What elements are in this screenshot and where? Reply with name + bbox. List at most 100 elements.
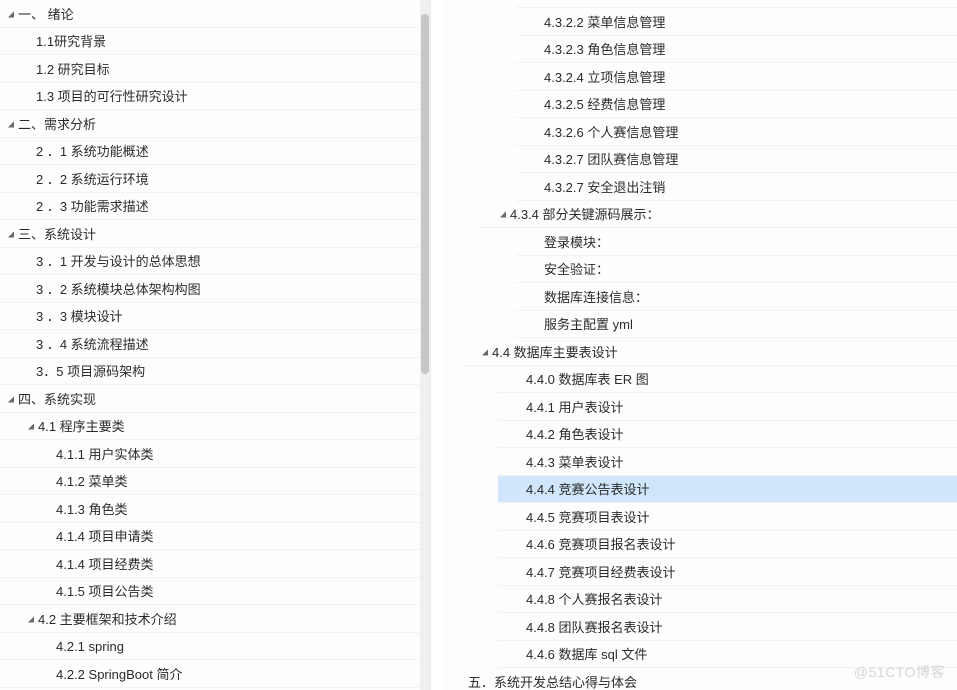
tree-item-label: 3 ．1 开发与设计的总体思想	[36, 248, 201, 276]
tree-item[interactable]: 4.3.2.4 立项信息管理	[516, 63, 957, 91]
tree-item-label: 3 ．2 系统模块总体架构构图	[36, 276, 201, 304]
tree-item-label: 4.4.3 菜单表设计	[526, 449, 624, 477]
tree-item[interactable]: 2 ．2 系统运行环境	[0, 165, 420, 193]
tree-item-label: 3 ．3 模块设计	[36, 303, 123, 331]
tree-item[interactable]: 3 ．3 模块设计	[0, 303, 420, 331]
tree-item[interactable]: 3．5 项目源码架构	[0, 358, 420, 386]
expand-arrow-icon[interactable]: ◢	[27, 416, 35, 438]
tree-item[interactable]: 4.4.0 数据库表 ER 图	[498, 366, 957, 394]
tree-item[interactable]: 4.4.3 菜单表设计	[498, 448, 957, 476]
tree-item[interactable]: ◢4.4 数据库主要表设计	[462, 338, 957, 366]
tree-item[interactable]: 4.3.2.7 安全退出注销	[516, 173, 957, 201]
tree-item-label: 4.3.2.4 立项信息管理	[544, 64, 665, 92]
tree-item-label: 4.3.4 部分关键源码展示：	[510, 201, 660, 229]
tree-item[interactable]: 4.1.4 项目申请类	[0, 523, 420, 551]
tree-item[interactable]: 4.4.5 竞赛项目表设计	[498, 503, 957, 531]
tree-item[interactable]: 安全验证：	[516, 256, 957, 284]
tree-item-label: 4.4.6 数据库 sql 文件	[526, 641, 647, 669]
tree-item-label: 登录模块：	[544, 229, 609, 257]
tree-item-label: 4.4.1 用户表设计	[526, 394, 624, 422]
tree-item[interactable]	[516, 0, 957, 8]
tree-item-label: 4.2.1 spring	[56, 633, 124, 661]
tree-item[interactable]: 4.1.3 角色类	[0, 495, 420, 523]
expand-arrow-icon[interactable]: ◢	[7, 4, 15, 26]
outline-tree-left: ◢一、 绪论1.1研究背景1.2 研究目标1.3 项目的可行性研究设计◢二、需求…	[0, 0, 420, 690]
tree-item[interactable]: 2 ．1 系统功能概述	[0, 138, 420, 166]
tree-item[interactable]: 3 ．1 开发与设计的总体思想	[0, 248, 420, 276]
tree-item[interactable]: 3 ．4 系统流程描述	[0, 330, 420, 358]
tree-item-label: 3 ．4 系统流程描述	[36, 331, 149, 359]
tree-item-label: 4.1.5 项目公告类	[56, 578, 154, 606]
tree-item-label: 2 ．1 系统功能概述	[36, 138, 149, 166]
tree-item[interactable]: 4.3.2.3 角色信息管理	[516, 36, 957, 64]
tree-item[interactable]: 4.4.1 用户表设计	[498, 393, 957, 421]
tree-item-label: 4.3.2.3 角色信息管理	[544, 36, 665, 64]
tree-item-label: 4.3.2.2 菜单信息管理	[544, 9, 665, 37]
expand-arrow-icon[interactable]: ◢	[7, 114, 15, 136]
tree-item[interactable]: 4.3.2.7 团队赛信息管理	[516, 146, 957, 174]
tree-item[interactable]: ◢四、系统实现	[0, 385, 420, 413]
tree-item-label: 4.2 主要框架和技术介绍	[38, 606, 177, 634]
tree-item[interactable]: 2 ．3 功能需求描述	[0, 193, 420, 221]
tree-item[interactable]: 1.2 研究目标	[0, 55, 420, 83]
tree-item[interactable]: 4.4.6 竞赛项目报名表设计	[498, 531, 957, 559]
tree-item[interactable]: 1.1研究背景	[0, 28, 420, 56]
tree-item[interactable]: 4.1.5 项目公告类	[0, 578, 420, 606]
tree-item[interactable]: 4.4.8 团队赛报名表设计	[498, 613, 957, 641]
tree-item-label: 4.4 数据库主要表设计	[492, 339, 618, 367]
tree-item[interactable]: 4.4.4 竞赛公告表设计	[498, 476, 957, 504]
tree-item[interactable]: 4.4.8 个人赛报名表设计	[498, 586, 957, 614]
watermark: @51CTO博客	[854, 662, 945, 682]
outline-panel-right: 4.3.2.2 菜单信息管理4.3.2.3 角色信息管理4.3.2.4 立项信息…	[445, 0, 957, 690]
tree-item[interactable]: 4.3.2.2 菜单信息管理	[516, 8, 957, 36]
tree-item-label: 五．系统开发总结心得与体会	[468, 669, 637, 690]
tree-item-label: 4.4.0 数据库表 ER 图	[526, 366, 649, 394]
tree-item[interactable]: 1.3 项目的可行性研究设计	[0, 83, 420, 111]
tree-item[interactable]: ◢4.3.4 部分关键源码展示：	[480, 201, 957, 229]
tree-item-label: 4.3.2.5 经费信息管理	[544, 91, 665, 119]
tree-item-label: 4.1.4 项目经费类	[56, 551, 154, 579]
tree-item-label: 4.4.7 竞赛项目经费表设计	[526, 559, 676, 587]
tree-item-label: 安全验证：	[544, 256, 609, 284]
tree-item[interactable]: 登录模块：	[516, 228, 957, 256]
tree-item[interactable]: ◢4.2 主要框架和技术介绍	[0, 605, 420, 633]
tree-item-label: 服务主配置 yml	[544, 311, 633, 339]
expand-arrow-icon[interactable]: ◢	[499, 204, 507, 226]
tree-item[interactable]: 4.3.2.6 个人赛信息管理	[516, 118, 957, 146]
tree-item-label: 4.1.3 角色类	[56, 496, 128, 524]
expand-arrow-icon[interactable]: ◢	[7, 389, 15, 411]
expand-arrow-icon[interactable]: ◢	[481, 342, 489, 364]
tree-item[interactable]: 4.4.7 竞赛项目经费表设计	[498, 558, 957, 586]
expand-arrow-icon[interactable]: ◢	[7, 224, 15, 246]
tree-item-label: 4.1.4 项目申请类	[56, 523, 154, 551]
tree-item-label: 4.4.8 团队赛报名表设计	[526, 614, 663, 642]
tree-item[interactable]: 4.2.2 SpringBoot 简介	[0, 660, 420, 688]
tree-item-label: 4.4.4 竞赛公告表设计	[526, 476, 650, 504]
tree-item[interactable]: 4.1.2 菜单类	[0, 468, 420, 496]
tree-item-label: 三、系统设计	[18, 221, 96, 249]
tree-item[interactable]: 4.1.1 用户实体类	[0, 440, 420, 468]
tree-item[interactable]: 4.2.1 spring	[0, 633, 420, 661]
tree-item[interactable]: ◢4.1 程序主要类	[0, 413, 420, 441]
tree-item-label: 数据库连接信息：	[544, 284, 648, 312]
scrollbar-left[interactable]	[420, 0, 430, 690]
expand-arrow-icon[interactable]: ◢	[27, 609, 35, 631]
tree-item[interactable]: ◢一、 绪论	[0, 0, 420, 28]
tree-item[interactable]: ◢三、系统设计	[0, 220, 420, 248]
tree-item-label: 4.1 程序主要类	[38, 413, 125, 441]
tree-item[interactable]: 4.1.4 项目经费类	[0, 550, 420, 578]
tree-item-label: 4.3.2.7 安全退出注销	[544, 174, 665, 202]
tree-item[interactable]: 3 ．2 系统模块总体架构构图	[0, 275, 420, 303]
tree-item[interactable]: ◢二、需求分析	[0, 110, 420, 138]
tree-item-label: 4.1.1 用户实体类	[56, 441, 154, 469]
tree-item-label: 一、 绪论	[18, 1, 74, 29]
tree-item[interactable]: 4.3.2.5 经费信息管理	[516, 91, 957, 119]
tree-item[interactable]: 数据库连接信息：	[516, 283, 957, 311]
scrollbar-thumb[interactable]	[421, 14, 429, 374]
tree-item[interactable]: 服务主配置 yml	[516, 311, 957, 339]
tree-item-label: 1.3 项目的可行性研究设计	[36, 83, 188, 111]
tree-item-label: 1.1研究背景	[36, 28, 106, 56]
tree-item-label: 2 ．3 功能需求描述	[36, 193, 149, 221]
tree-item[interactable]: 4.4.2 角色表设计	[498, 421, 957, 449]
tree-item-label: 二、需求分析	[18, 111, 96, 139]
